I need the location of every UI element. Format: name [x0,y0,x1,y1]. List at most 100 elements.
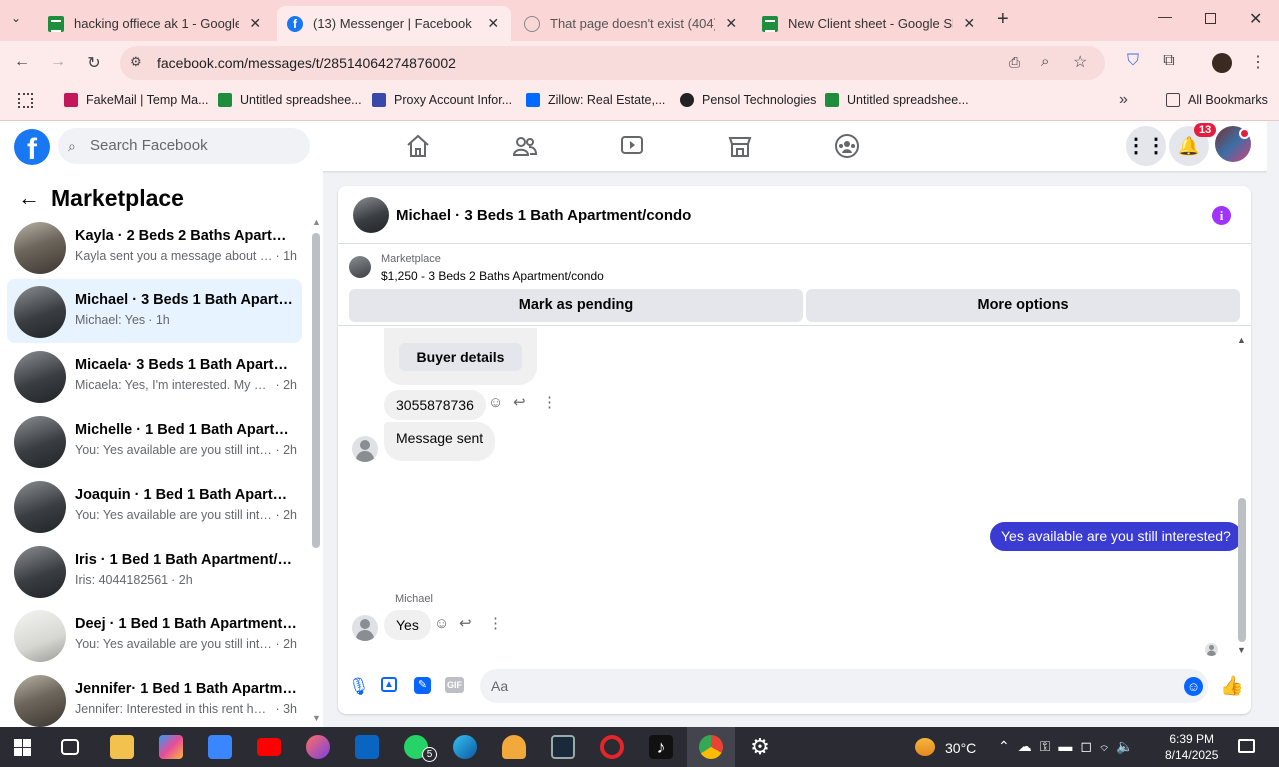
forward-icon[interactable]: → [46,53,70,71]
friends-icon[interactable] [512,133,538,159]
emoji-icon[interactable]: ☺ [1184,677,1203,696]
tray-icons[interactable]: ⌃☁⚿▬◻⌔🔈 [998,738,1142,755]
back-icon[interactable]: ← [10,53,34,71]
bookmark-item[interactable]: Zillow: Real Estate,... [526,93,665,107]
microphone-icon[interactable]: 🎙 [348,677,370,697]
opera-icon[interactable] [600,735,624,759]
more-actions-icon[interactable]: ⋮ [488,614,503,632]
settings-icon[interactable]: ⚙ [748,735,772,759]
install-app-icon[interactable]: ⎙ [1009,54,1020,71]
gif-icon[interactable]: GIF [445,677,464,693]
more-bookmarks-icon[interactable]: » [1119,91,1128,109]
new-tab-icon[interactable]: + [997,8,1009,31]
reply-icon[interactable]: ↩ [513,393,526,411]
apps-grid-icon[interactable] [18,93,33,108]
site-info-icon[interactable]: ⚙ [130,54,142,70]
scroll-down-arrow-icon[interactable]: ▼ [312,713,321,723]
app-icon[interactable] [551,735,575,759]
more-options-button[interactable]: More options [806,289,1240,322]
close-tab-icon[interactable]: ✕ [723,15,739,32]
page-scrollbar[interactable] [1267,121,1279,727]
message-input[interactable]: Aa [480,669,1208,703]
video-icon[interactable] [619,133,645,159]
conversation-item[interactable]: Kayla · 2 Beds 2 Baths Apartme... Kayla … [7,215,302,279]
extensions-icon[interactable]: ⧉ [1157,52,1181,70]
conversation-item[interactable]: Deej · 1 Bed 1 Bath Apartment/c... You: … [7,603,302,667]
close-tab-icon[interactable]: ✕ [486,15,501,32]
edge-icon[interactable] [453,735,477,759]
close-window-icon[interactable]: ✕ [1249,9,1262,29]
task-view-icon[interactable] [61,739,79,755]
menu-kebab-icon[interactable]: ⋮ [1246,52,1270,72]
reply-icon[interactable]: ↩ [459,614,472,632]
sticker-icon[interactable]: ✎ [414,677,431,694]
scroll-up-arrow-icon[interactable]: ▲ [312,217,321,227]
chat-title[interactable]: Michael · 3 Beds 1 Bath Apartment/condo [396,207,691,224]
profile-avatar[interactable] [1212,53,1232,73]
listing-title[interactable]: $1,250 - 3 Beds 2 Baths Apartment/condo [381,269,604,283]
address-bar[interactable]: ⚙ facebook.com/messages/t/28514064274876… [120,46,1105,80]
bookmark-item[interactable]: Pensol Technologies [680,93,816,107]
groups-icon[interactable] [834,133,860,159]
url-text[interactable]: facebook.com/messages/t/2851406427487600… [157,55,456,71]
conversation-item-selected[interactable]: Michael · 3 Beds 1 Bath Apartme... Micha… [7,279,302,343]
temperature[interactable]: 30°C [945,740,976,756]
chat-scrollbar[interactable] [1238,498,1246,642]
browser-tab-4[interactable]: New Client sheet - Google Shee ✕ [752,6,987,41]
sidebar-scrollbar[interactable] [312,233,320,548]
conversation-item[interactable]: Jennifer· 1 Bed 1 Bath Apartmen... Jenni… [7,668,302,727]
notifications-center-icon[interactable] [1238,739,1255,753]
more-actions-icon[interactable]: ⋮ [542,393,557,411]
react-smiley-icon[interactable]: ☺ [434,615,449,632]
zoom-icon[interactable]: ⌕ [1041,53,1049,70]
photo-icon[interactable]: ▲ [381,677,397,692]
close-tab-icon[interactable]: ✕ [961,15,977,32]
facebook-logo[interactable]: f [14,129,50,165]
copilot-icon[interactable] [159,735,183,759]
browser-tab-1[interactable]: hacking offiece ak 1 - Google Sh ✕ [38,6,273,41]
bookmark-item[interactable]: FakeMail | Temp Ma... [64,93,209,107]
chrome-icon[interactable] [699,735,723,759]
search-input[interactable]: ⌕ Search Facebook [58,128,310,164]
sender-avatar[interactable] [352,436,378,462]
tiktok-icon[interactable]: ♪ [649,735,673,759]
browser-tab-2[interactable]: f (13) Messenger | Facebook ✕ [277,6,511,41]
minimize-icon[interactable]: — [1158,8,1172,24]
like-thumb-icon[interactable]: 👍 [1220,677,1244,697]
reload-icon[interactable]: ↻ [82,53,106,73]
file-explorer-icon[interactable] [110,735,134,759]
scroll-down-arrow-icon[interactable]: ▼ [1237,645,1246,655]
conversation-item[interactable]: Iris · 1 Bed 1 Bath Apartment/co... Iris… [7,539,302,603]
home-icon[interactable] [405,133,431,159]
sender-avatar[interactable] [352,615,378,641]
menu-grid-button[interactable]: ⋮⋮⋮ [1126,126,1186,166]
app-icon[interactable] [306,735,330,759]
all-bookmarks[interactable]: All Bookmarks [1166,93,1268,107]
chat-avatar[interactable] [353,197,389,233]
shield-extension-icon[interactable]: ⛉ [1121,52,1145,70]
mark-as-pending-button[interactable]: Mark as pending [349,289,803,322]
conversation-item[interactable]: Micaela· 3 Beds 1 Bath Apartme... Micael… [7,344,302,408]
marketplace-icon[interactable] [727,133,753,159]
react-smiley-icon[interactable]: ☺ [488,394,503,411]
close-tab-icon[interactable]: ✕ [247,15,263,32]
youtube-icon[interactable] [257,738,281,756]
browser-tab-3[interactable]: That page doesn't exist (404) - ✕ [514,6,749,41]
medal-icon[interactable] [502,735,526,759]
bookmark-item[interactable]: Untitled spreadshee... [218,93,362,107]
system-clock[interactable]: 6:39 PM 8/14/2025 [1165,731,1218,763]
outlook-icon[interactable] [355,735,379,759]
bookmark-item[interactable]: Proxy Account Infor... [372,93,512,107]
tab-search-chevron-icon[interactable]: ⌄ [11,11,21,25]
conversation-item[interactable]: Michelle · 1 Bed 1 Bath Apartme... You: … [7,409,302,473]
back-arrow-icon[interactable]: ← [18,185,40,211]
listing-thumbnail[interactable] [349,256,371,278]
bookmark-item[interactable]: Untitled spreadshee... [825,93,969,107]
bookmark-star-icon[interactable]: ☆ [1073,52,1087,72]
scroll-up-arrow-icon[interactable]: ▲ [1237,335,1246,345]
restore-icon[interactable] [1205,13,1216,24]
conversation-item[interactable]: Joaquin · 1 Bed 1 Bath Apartmen... You: … [7,474,302,538]
store-icon[interactable] [208,735,232,759]
info-icon[interactable]: i [1212,206,1231,225]
buyer-details-button[interactable]: Buyer details [399,343,522,371]
